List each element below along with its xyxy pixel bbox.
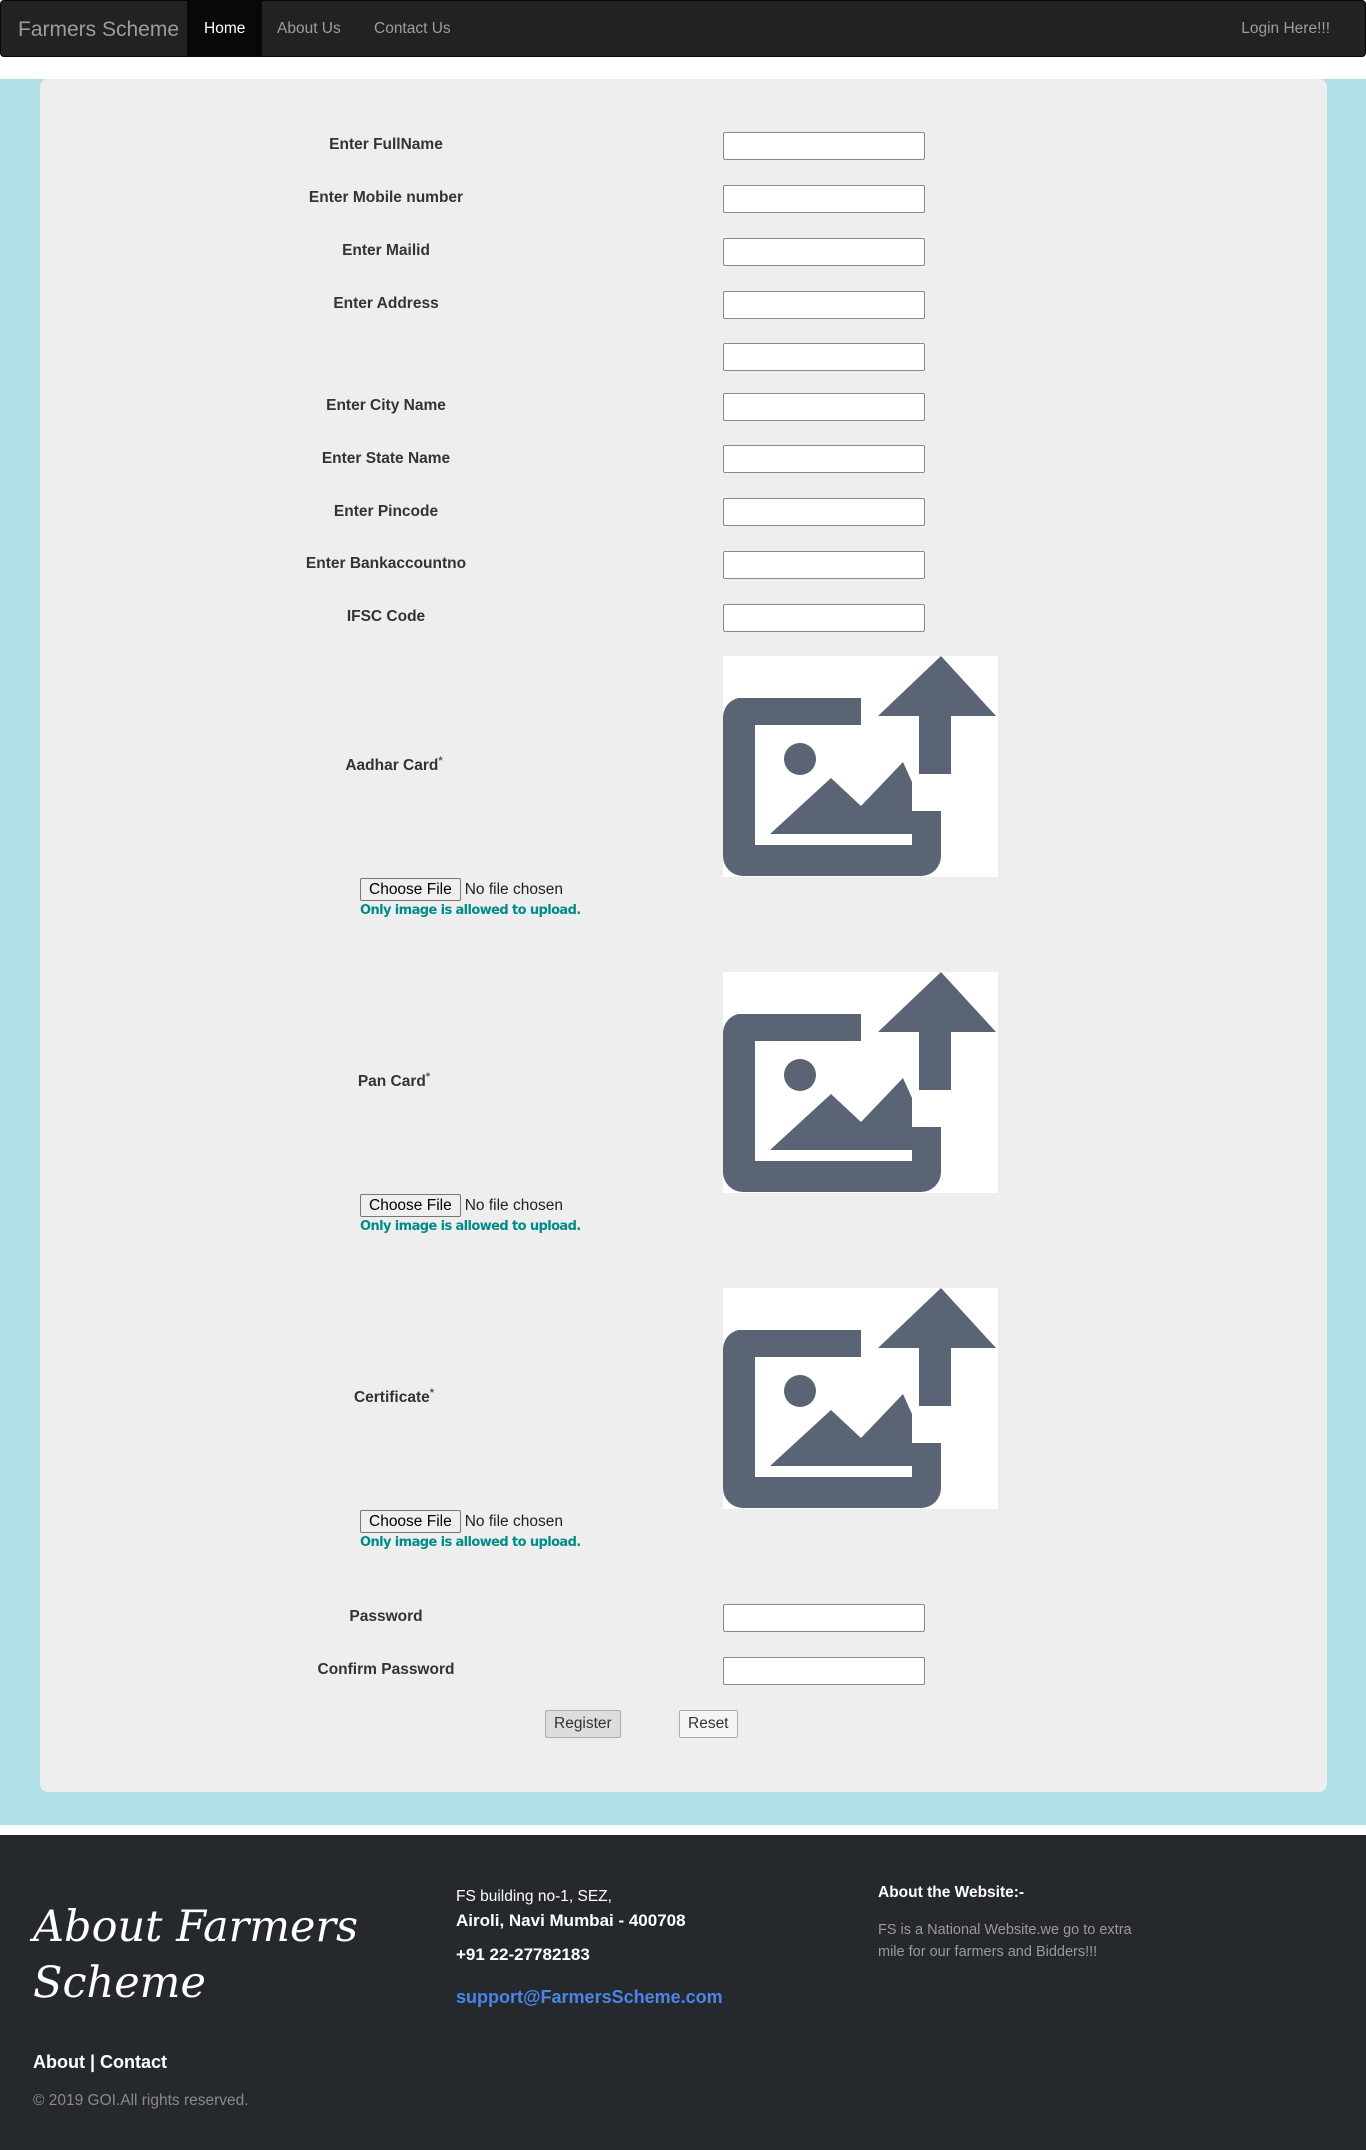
footer-about-text: FS is a National Website.we go to extra … bbox=[878, 1922, 1132, 1960]
registration-panel: Enter FullName Enter Mobile number Enter… bbox=[40, 79, 1327, 1792]
nav-contact-link[interactable]: Contact Us bbox=[357, 1, 468, 56]
aadhar-file-input[interactable]: Choose File No file chosen bbox=[360, 878, 563, 902]
footer-address-line2: Airoli, Navi Mumbai - 400708 bbox=[456, 1911, 686, 1930]
fullname-input[interactable] bbox=[723, 132, 925, 160]
password-label: Password bbox=[349, 1608, 423, 1625]
confirm-password-input[interactable] bbox=[723, 1657, 925, 1685]
main-band: Enter FullName Enter Mobile number Enter… bbox=[0, 79, 1366, 1825]
required-mark: * bbox=[438, 755, 443, 767]
address-label: Enter Address bbox=[333, 295, 439, 312]
required-mark: * bbox=[429, 1387, 435, 1399]
pan-file-status: No file chosen bbox=[464, 1197, 563, 1214]
certificate-label-text: Certificate bbox=[353, 1389, 430, 1407]
bankaccount-input[interactable] bbox=[723, 551, 925, 579]
aadhar-file-status: No file chosen bbox=[464, 881, 563, 898]
brand-logo[interactable]: Farmers Scheme bbox=[18, 18, 179, 42]
footer-address-line1: FS building no-1, SEZ, bbox=[456, 1888, 612, 1905]
pan-upload-hint: Only image is allowed to upload. bbox=[360, 1219, 581, 1234]
pan-choose-file-button[interactable]: Choose File bbox=[360, 1194, 461, 1217]
aadhar-label-text: Aadhar Card bbox=[345, 757, 439, 775]
city-input[interactable] bbox=[723, 393, 925, 421]
certificate-choose-file-button[interactable]: Choose File bbox=[360, 1510, 461, 1533]
footer-phone: +91 22-27782183 bbox=[456, 1945, 590, 1964]
ifsc-input[interactable] bbox=[723, 604, 925, 632]
address-input-line2[interactable] bbox=[723, 343, 925, 371]
ifsc-label: IFSC Code bbox=[346, 608, 426, 625]
city-label: Enter City Name bbox=[326, 397, 446, 414]
state-input[interactable] bbox=[723, 445, 925, 473]
certificate-upload-hint: Only image is allowed to upload. bbox=[360, 1535, 581, 1550]
aadhar-upload-hint: Only image is allowed to upload. bbox=[360, 903, 581, 918]
mail-label: Enter Mailid bbox=[342, 242, 430, 259]
confirm-password-label: Confirm Password bbox=[317, 1661, 455, 1678]
certificate-upload-icon[interactable] bbox=[722, 1288, 998, 1509]
nav-login-link[interactable]: Login Here!!! bbox=[1224, 1, 1347, 56]
state-label: Enter State Name bbox=[321, 450, 451, 467]
footer: About Farmers Scheme FS building no-1, S… bbox=[0, 1835, 1366, 2150]
register-button[interactable]: Register bbox=[545, 1710, 621, 1738]
footer-title: About Farmers Scheme bbox=[33, 1902, 359, 2008]
mail-input[interactable] bbox=[723, 238, 925, 266]
mobile-label: Enter Mobile number bbox=[308, 189, 464, 206]
certificate-file-input[interactable]: Choose File No file chosen bbox=[360, 1510, 563, 1534]
pan-label-text: Pan Card bbox=[357, 1073, 426, 1091]
required-mark: * bbox=[425, 1071, 431, 1083]
aadhar-label: Aadhar Card* bbox=[294, 755, 494, 775]
navbar: Farmers Scheme Home About Us Contact Us … bbox=[0, 0, 1366, 57]
pan-upload-icon[interactable] bbox=[722, 972, 998, 1193]
nav-about-link[interactable]: About Us bbox=[260, 1, 358, 56]
password-input[interactable] bbox=[723, 1604, 925, 1632]
footer-links[interactable]: About | Contact bbox=[33, 2052, 167, 2073]
mobile-input[interactable] bbox=[723, 185, 925, 213]
pan-label: Pan Card* bbox=[294, 1071, 494, 1091]
aadhar-choose-file-button[interactable]: Choose File bbox=[360, 878, 461, 901]
footer-copyright: © 2019 GOI.All rights reserved. bbox=[33, 2092, 249, 2109]
aadhar-upload-icon[interactable] bbox=[722, 656, 998, 877]
fullname-label: Enter FullName bbox=[329, 136, 443, 153]
footer-email-link[interactable]: support@FarmersScheme.com bbox=[456, 1987, 723, 2008]
reset-button[interactable]: Reset bbox=[679, 1710, 738, 1738]
address-input-line1[interactable] bbox=[723, 291, 925, 319]
certificate-label: Certificate* bbox=[294, 1387, 494, 1407]
nav-home-link[interactable]: Home bbox=[187, 1, 263, 56]
footer-about-heading: About the Website:- bbox=[878, 1884, 1025, 1901]
bankaccount-label: Enter Bankaccountno bbox=[305, 555, 467, 572]
pincode-input[interactable] bbox=[723, 498, 925, 526]
pincode-label: Enter Pincode bbox=[333, 503, 439, 520]
certificate-file-status: No file chosen bbox=[464, 1513, 563, 1530]
pan-file-input[interactable]: Choose File No file chosen bbox=[360, 1194, 563, 1218]
